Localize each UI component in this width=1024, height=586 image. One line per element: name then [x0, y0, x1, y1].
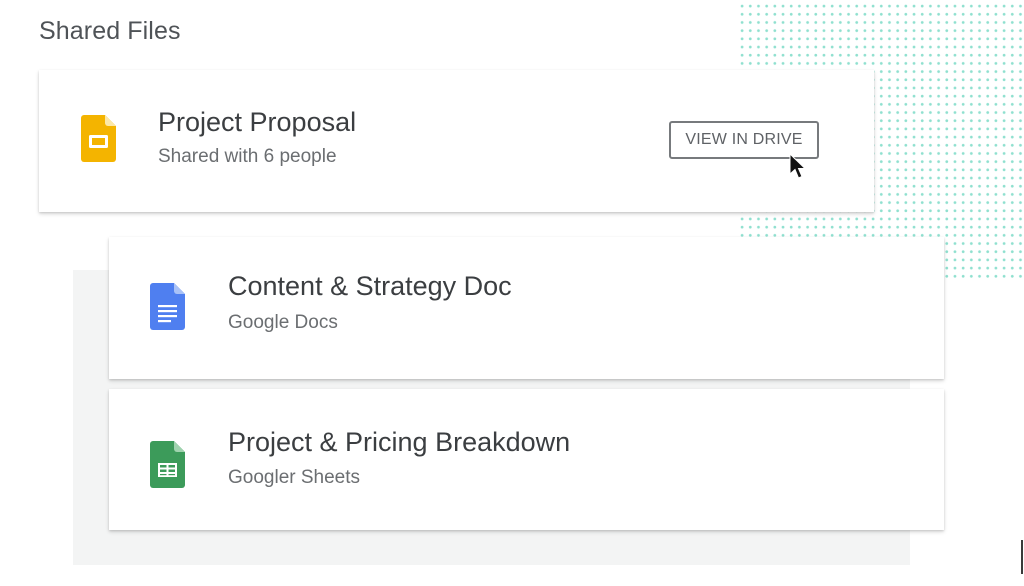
google-sheets-icon — [150, 441, 185, 488]
mouse-pointer-icon — [789, 153, 807, 179]
google-docs-icon — [150, 283, 185, 330]
file-title: Project Proposal — [158, 107, 357, 137]
file-title: Project & Pricing Breakdown — [228, 427, 571, 457]
file-subtitle: Google Docs — [228, 312, 338, 333]
file-card-project-proposal[interactable]: Project Proposal Shared with 6 people VI… — [39, 70, 874, 212]
file-subtitle: Googler Sheets — [228, 467, 361, 488]
edge-divider — [1021, 540, 1023, 574]
file-title: Content & Strategy Doc — [228, 271, 512, 301]
file-card-project-pricing-breakdown[interactable]: Project & Pricing Breakdown Googler Shee… — [109, 389, 944, 530]
google-slides-icon — [81, 115, 116, 162]
section-heading: Shared Files — [39, 17, 181, 45]
file-card-content-strategy-doc[interactable]: Content & Strategy Doc Google Docs — [109, 237, 944, 379]
file-subtitle: Shared with 6 people — [158, 146, 337, 167]
